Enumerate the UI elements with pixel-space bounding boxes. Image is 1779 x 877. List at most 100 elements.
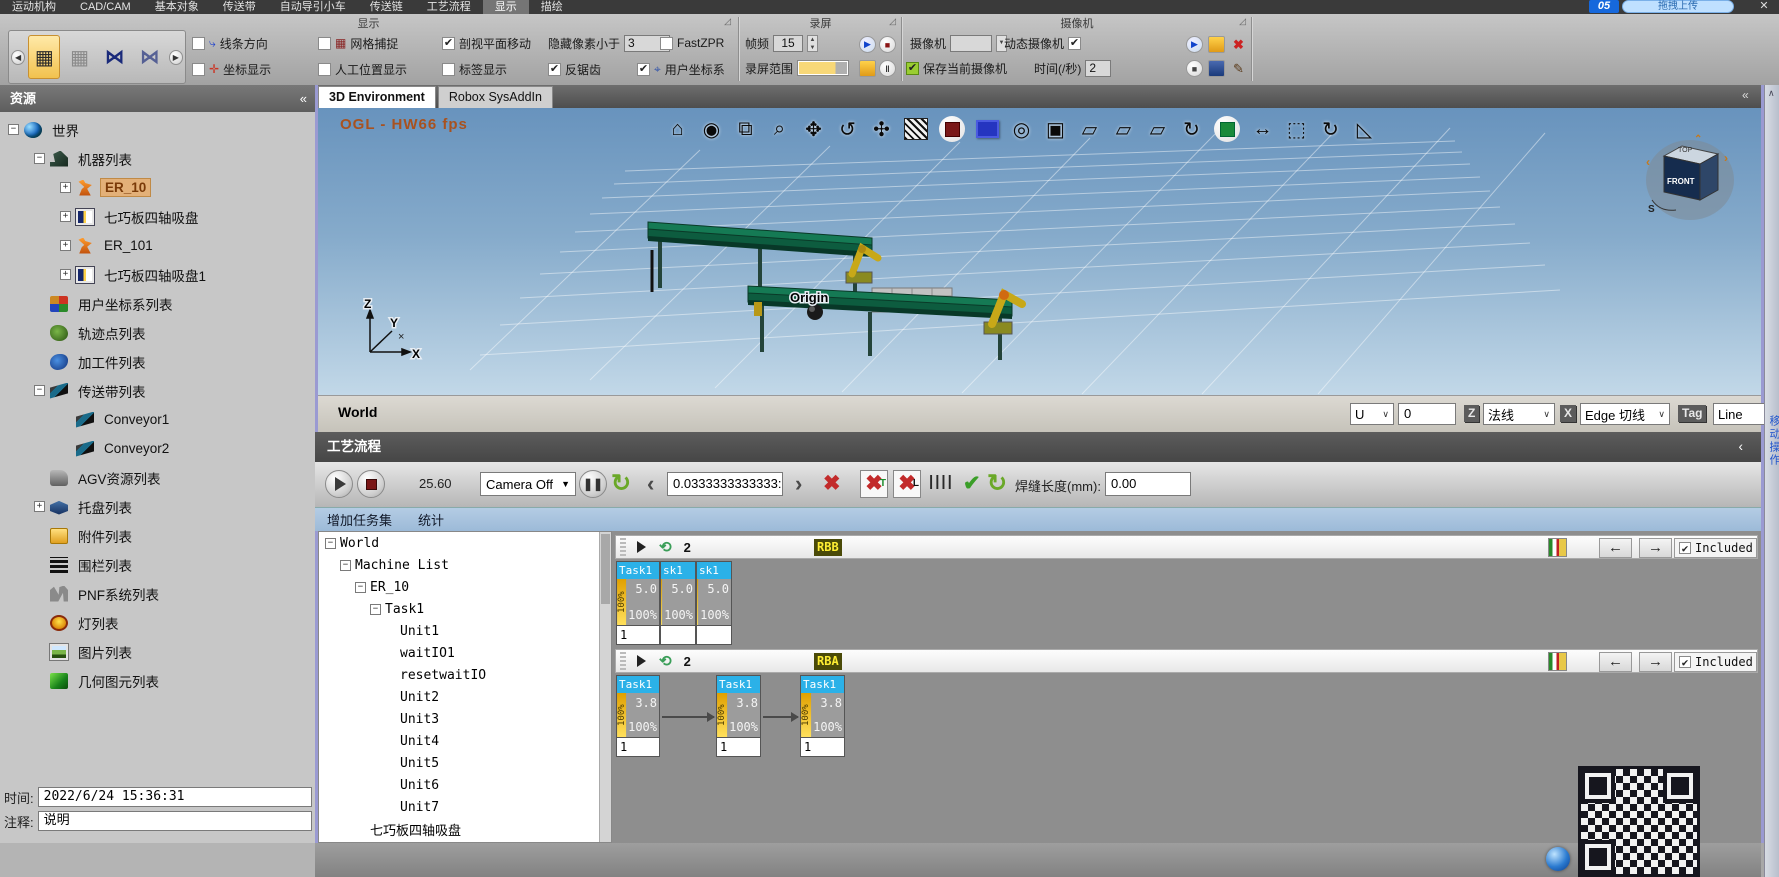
task-block[interactable]: sk1 5.0100% xyxy=(696,561,732,645)
menu-item[interactable]: 基本对象 xyxy=(143,0,211,14)
expander-icon[interactable]: − xyxy=(34,385,45,396)
home-icon[interactable]: ⌂ xyxy=(666,116,689,142)
move-left-button[interactable]: ← xyxy=(1599,652,1632,672)
process-stop-button[interactable] xyxy=(357,470,385,498)
checkbox-section-plane-move[interactable]: ✔ 剖视平面移动 xyxy=(442,35,531,51)
task-count-cell[interactable]: 1 xyxy=(617,737,659,756)
process-tree-item[interactable]: waitIO1 xyxy=(319,642,611,664)
view-style-2[interactable]: ▦ xyxy=(63,35,95,79)
expander-icon[interactable]: − xyxy=(370,604,381,615)
fps-spinner[interactable]: ▲▼ xyxy=(807,35,818,52)
process-pause-button[interactable]: ❚❚ xyxy=(579,470,607,498)
bounding-box-icon[interactable]: ⬚ xyxy=(1285,116,1308,142)
orbit-camera-icon[interactable]: ↻ xyxy=(1319,116,1342,142)
camera-play-icon[interactable]: ▶ xyxy=(1186,36,1203,53)
checkbox-manual-position[interactable]: 人工位置显示 xyxy=(318,61,407,77)
view-eye-icon[interactable]: ◉ xyxy=(700,116,723,142)
clip-plane-z-icon[interactable]: ▱ xyxy=(1146,116,1169,142)
record-stop-icon[interactable]: ■ xyxy=(879,36,896,53)
process-tree-item[interactable]: 七巧板四轴吸盘 xyxy=(319,818,611,840)
menu-item[interactable]: 运动机构 xyxy=(0,0,68,14)
task-block[interactable]: Task1 100% 3.8100% 1 xyxy=(616,675,660,757)
expander-icon[interactable]: + xyxy=(60,240,71,251)
fit-view-icon[interactable]: ✣ xyxy=(870,116,893,142)
tree-item[interactable]: 附件列表 xyxy=(0,521,315,550)
tree-item[interactable]: 加工件列表 xyxy=(0,347,315,376)
tree-item[interactable]: 轨迹点列表 xyxy=(0,318,315,347)
task-block[interactable]: Task1 100% 3.8100% 1 xyxy=(716,675,761,757)
clip-plane-y-icon[interactable]: ▱ xyxy=(1112,116,1135,142)
tree-item[interactable]: AGV资源列表 xyxy=(0,463,315,492)
tree-item[interactable]: + 托盘列表 xyxy=(0,492,315,521)
save-camera-button[interactable]: ✔ 保存当前摄像机 xyxy=(906,60,1007,76)
task-group-header[interactable]: ⟲ 2 RBB ← → ✔Included xyxy=(615,535,1758,559)
tree-item[interactable]: + 七巧板四轴吸盘1 xyxy=(0,260,315,289)
checkbox-grid-snap[interactable]: ▦ 网格捕捉 xyxy=(318,35,398,51)
group-refresh-icon[interactable]: ⟲ xyxy=(659,652,672,670)
step-interval-input[interactable]: 0.0333333333333: xyxy=(667,472,783,496)
task-count-cell[interactable]: 1 xyxy=(617,625,659,644)
tree-item[interactable]: − 世界 xyxy=(0,115,315,144)
section-box-icon[interactable]: ▣ xyxy=(1044,116,1067,142)
clip-plane-x-icon[interactable]: ▱ xyxy=(1078,116,1101,142)
task-count-cell[interactable]: 1 xyxy=(801,737,844,756)
fill-color-icon[interactable] xyxy=(976,120,999,138)
tree-item[interactable]: PNF系统列表 xyxy=(0,579,315,608)
expander-icon[interactable]: − xyxy=(340,560,351,571)
step-forward-icon[interactable]: › xyxy=(795,471,802,497)
group-play-icon[interactable] xyxy=(637,541,646,553)
zoom-window-icon[interactable]: ⧉ xyxy=(734,116,757,142)
dialog-launcher-icon[interactable]: ◿ xyxy=(889,16,896,27)
process-tree-item[interactable]: Unit6 xyxy=(319,774,611,796)
expander-icon[interactable]: − xyxy=(8,124,19,135)
3d-viewport[interactable]: Origin Z Y X × TOP FRONT ‹ › ⌃ xyxy=(318,108,1761,395)
move-right-button[interactable]: → xyxy=(1639,538,1672,558)
process-tree-item[interactable]: Unit7 xyxy=(319,796,611,818)
checkbox-label-display[interactable]: 标签显示 xyxy=(442,61,507,77)
task-group-header[interactable]: ⟲ 2 RBA ← → ✔Included xyxy=(615,649,1758,673)
menu-item[interactable]: 自动导引小车 xyxy=(268,0,358,14)
camera-stop-icon[interactable]: ■ xyxy=(1186,60,1203,77)
tree-item[interactable]: + 七巧板四轴吸盘 xyxy=(0,202,315,231)
record-play-icon[interactable]: ▶ xyxy=(859,36,876,53)
viewport-tab[interactable]: Robox SysAddIn xyxy=(438,86,553,108)
checkbox-line-direction[interactable]: ⤷ 线条方向 xyxy=(192,35,268,51)
tree-item[interactable]: − 机器列表 xyxy=(0,144,315,173)
menu-item[interactable]: CAD/CAM xyxy=(68,0,143,14)
move-right-button[interactable]: → xyxy=(1639,652,1672,672)
group-refresh-icon[interactable]: ⟲ xyxy=(659,538,672,556)
loop-refresh-icon[interactable]: ↻ xyxy=(611,470,631,498)
zoom-icon[interactable]: ⌕ xyxy=(768,116,791,142)
record-folder-icon[interactable] xyxy=(859,60,876,77)
process-tree-item[interactable]: Unit3 xyxy=(319,708,611,730)
delete-line-icon[interactable]: ✖L xyxy=(893,470,921,498)
checkbox-fastzpr[interactable]: FastZPR xyxy=(660,35,724,51)
expander-icon[interactable]: + xyxy=(60,269,71,280)
process-tree-item[interactable]: Unit5 xyxy=(319,752,611,774)
process-tree-item[interactable]: Unit2 xyxy=(319,686,611,708)
time-input[interactable]: 2022/6/24 15:36:31 xyxy=(38,787,312,807)
tree-item[interactable]: Conveyor2 xyxy=(0,434,315,463)
record-pause-icon[interactable]: ‖ xyxy=(879,60,896,77)
process-tab[interactable]: 统计 xyxy=(418,510,444,529)
render-mode-icon[interactable] xyxy=(1214,116,1240,142)
menu-item[interactable]: 传送链 xyxy=(358,0,415,14)
delete-task-icon[interactable]: ✖T xyxy=(860,470,888,498)
gallery-next-icon[interactable]: ▶ xyxy=(169,50,183,65)
menu-item[interactable]: 描绘 xyxy=(529,0,575,14)
task-count-cell[interactable]: 1 xyxy=(717,737,760,756)
step-back-icon[interactable]: ‹ xyxy=(647,471,654,497)
move-left-button[interactable]: ← xyxy=(1599,538,1632,558)
camera-time-input[interactable]: 2 xyxy=(1085,60,1111,77)
process-tree-item[interactable]: − Machine List xyxy=(319,554,611,576)
drag-handle[interactable] xyxy=(620,538,626,556)
collapse-process-icon[interactable]: ‹ xyxy=(1739,432,1744,462)
tree-item[interactable]: − 传送带列表 xyxy=(0,376,315,405)
process-tree-item[interactable]: − ER_10 xyxy=(319,576,611,598)
rotate-point-icon[interactable]: ↻ xyxy=(1180,116,1203,142)
expander-icon[interactable]: − xyxy=(34,153,45,164)
tree-item[interactable]: 用户坐标系列表 xyxy=(0,289,315,318)
record-range-swatch[interactable] xyxy=(797,60,849,76)
expander-icon[interactable]: + xyxy=(60,211,71,222)
camera-mode-select[interactable]: Camera Off▼ xyxy=(480,472,576,496)
